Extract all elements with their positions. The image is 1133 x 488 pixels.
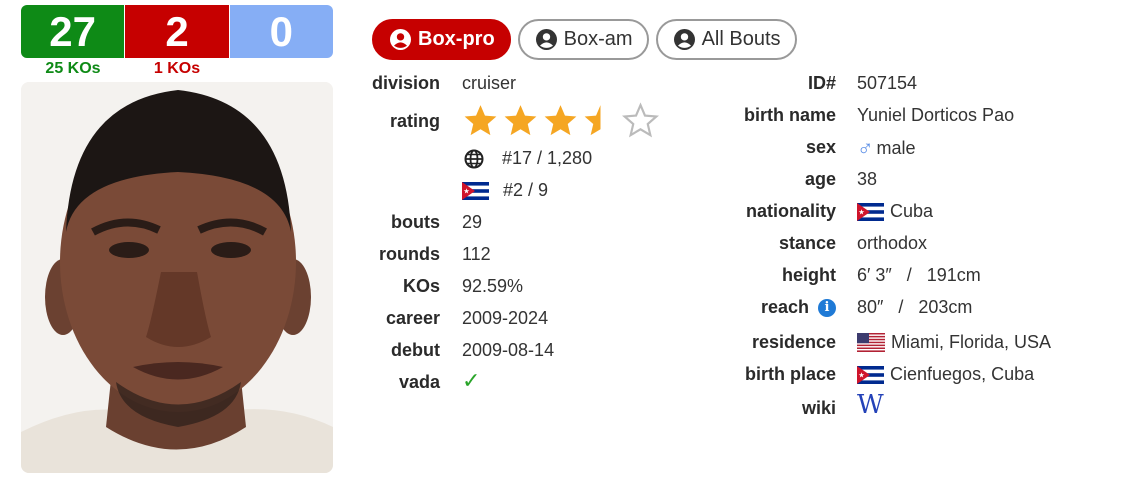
id-label: ID# — [807, 73, 836, 93]
division-label: division — [371, 73, 440, 93]
draws-count: 0 — [229, 5, 333, 58]
id-value: 507154 — [857, 73, 918, 93]
wikipedia-icon[interactable]: W — [857, 390, 884, 420]
country-rank-value: #2 / 9 — [503, 180, 549, 200]
boxer-photo — [21, 82, 333, 473]
career-value: 2009-2024 — [462, 308, 549, 328]
birth-name-value: Yuniel Dorticos Pao — [857, 105, 1015, 125]
wins-kos: 25 KOs — [45, 60, 101, 77]
kos-label: KOs — [402, 276, 440, 296]
star-icon-empty — [622, 102, 659, 138]
globe-icon — [464, 149, 484, 168]
wins-count: 27 — [21, 5, 126, 58]
star-icon-filled — [584, 105, 601, 136]
world-rank[interactable]: #17 / 1,280 — [462, 148, 592, 169]
tab-box-pro[interactable]: Box-pro — [372, 19, 511, 60]
height-label: height — [782, 265, 836, 285]
nationality-value[interactable]: Cuba — [857, 201, 933, 222]
stance-label: stance — [778, 233, 836, 253]
sex-text: male — [876, 137, 916, 158]
birth-place-text: Cienfuegos, Cuba — [890, 364, 1035, 384]
star-icon-filled — [464, 105, 497, 136]
record-tabs: Box-pro Box-am All Bouts — [372, 19, 797, 60]
star-icon-filled — [504, 105, 537, 136]
rounds-value: 112 — [462, 244, 491, 264]
person-icon — [535, 29, 557, 50]
ko-summary: 25 KOs 1 KOs — [21, 60, 333, 78]
division-value[interactable]: cruiser — [462, 73, 516, 94]
sex-label: sex — [805, 137, 836, 157]
cuba-flag-icon — [857, 365, 884, 384]
tab-label: Box-pro — [418, 28, 495, 50]
rating-label: rating — [389, 111, 440, 131]
birth-name-label: birth name — [743, 105, 836, 125]
draws-kos-empty — [229, 60, 333, 78]
star-icon-filled — [544, 105, 577, 136]
person-icon — [390, 29, 411, 50]
career-label: career — [385, 308, 440, 328]
reach-value: 80″ / 203cm — [857, 297, 973, 317]
residence-label: residence — [751, 332, 836, 352]
rating-stars — [462, 102, 659, 139]
world-rank-value: #17 / 1,280 — [502, 148, 593, 168]
vada-label: vada — [398, 372, 440, 392]
tab-label: All Bouts — [701, 28, 781, 50]
wiki-label: wiki — [801, 398, 836, 418]
losses-count: 2 — [125, 5, 230, 58]
debut-label: debut — [391, 340, 440, 360]
sex-value: ♂ male — [857, 135, 916, 161]
height-value: 6′ 3″ / 191cm — [857, 265, 981, 285]
nationality-label: nationality — [745, 201, 836, 221]
check-icon: ✓ — [462, 368, 481, 393]
age-value: 38 — [857, 169, 878, 189]
usa-flag-icon — [857, 333, 885, 352]
cuba-flag-icon — [462, 181, 489, 200]
losses-kos: 1 KOs — [153, 60, 201, 77]
kos-value: 92.59% — [462, 276, 524, 296]
age-label: age — [804, 169, 836, 189]
residence-text: Miami, Florida, USA — [891, 332, 1052, 352]
birth-place-label: birth place — [744, 364, 836, 384]
bouts-value: 29 — [462, 212, 483, 232]
nationality-text: Cuba — [890, 201, 934, 221]
tab-label: Box-am — [563, 28, 633, 50]
person-icon — [673, 29, 695, 50]
tab-all-bouts[interactable]: All Bouts — [655, 19, 797, 60]
reach-label: reach — [760, 297, 809, 317]
record-summary: 27 2 0 — [21, 5, 333, 58]
male-icon: ♂ — [857, 135, 874, 160]
tab-box-am[interactable]: Box-am — [517, 19, 649, 60]
cuba-flag-icon — [857, 202, 884, 221]
residence-value[interactable]: Miami, Florida, USA — [857, 332, 1051, 353]
stance-value: orthodox — [857, 233, 928, 253]
country-rank[interactable]: #2 / 9 — [462, 180, 548, 201]
birth-place-value[interactable]: Cienfuegos, Cuba — [857, 364, 1034, 385]
info-icon[interactable]: i — [818, 298, 836, 317]
reach-label-wrap: reach i — [761, 297, 836, 318]
rounds-label: rounds — [379, 244, 440, 264]
debut-value[interactable]: 2009-08-14 — [462, 340, 554, 361]
bouts-label: bouts — [391, 212, 440, 232]
